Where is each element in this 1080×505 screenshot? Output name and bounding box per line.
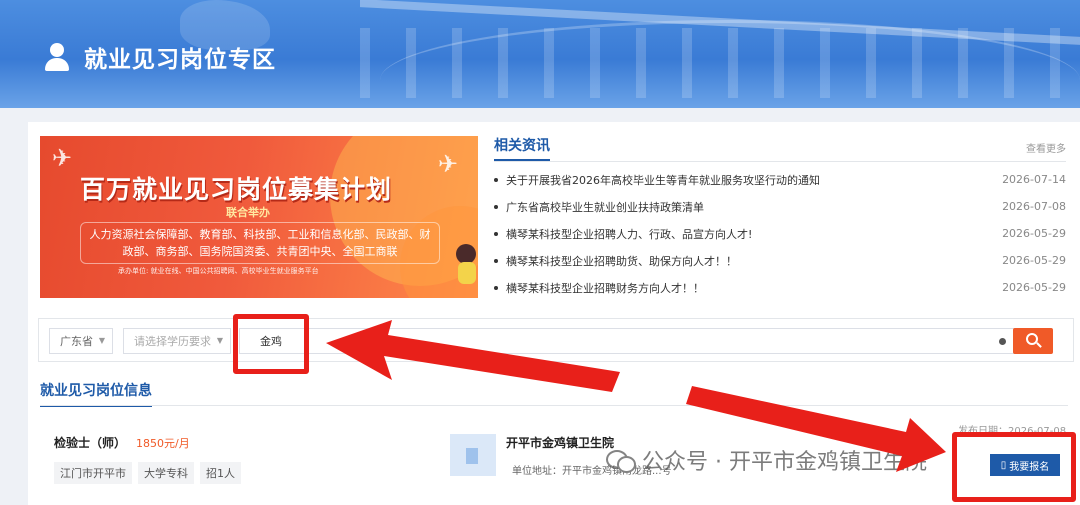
arrow-to-apply xyxy=(686,386,946,472)
annotation-arrows xyxy=(326,320,946,472)
arrow-to-keyword xyxy=(326,320,620,392)
